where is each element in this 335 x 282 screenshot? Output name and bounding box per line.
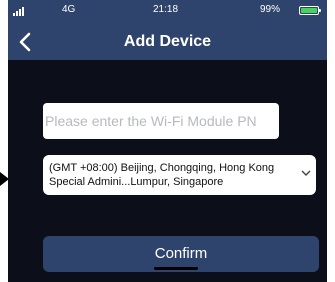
home-indicator [154, 267, 198, 270]
status-time: 21:18 [153, 4, 179, 15]
status-bar: 4G 21:18 99% [8, 0, 327, 22]
page-title: Add Device [123, 33, 212, 50]
timezone-selected-value: (GMT +08:00) Beijing, Chongqing, Hong Ko… [49, 162, 275, 188]
battery-level-fill [301, 8, 317, 13]
battery-percent: 99% [260, 4, 281, 15]
chevron-down-icon [301, 170, 311, 176]
nav-bar: Add Device [8, 22, 327, 60]
timezone-select[interactable]: (GMT +08:00) Beijing, Chongqing, Hong Ko… [43, 155, 316, 195]
cellular-signal-icon [13, 6, 27, 16]
wifi-module-pn-input[interactable] [43, 103, 279, 139]
phone-screen: 4G 21:18 99% Add Device (GMT +08:00) Bei… [8, 0, 327, 282]
network-type: 4G [62, 4, 76, 15]
battery-icon [299, 6, 321, 15]
